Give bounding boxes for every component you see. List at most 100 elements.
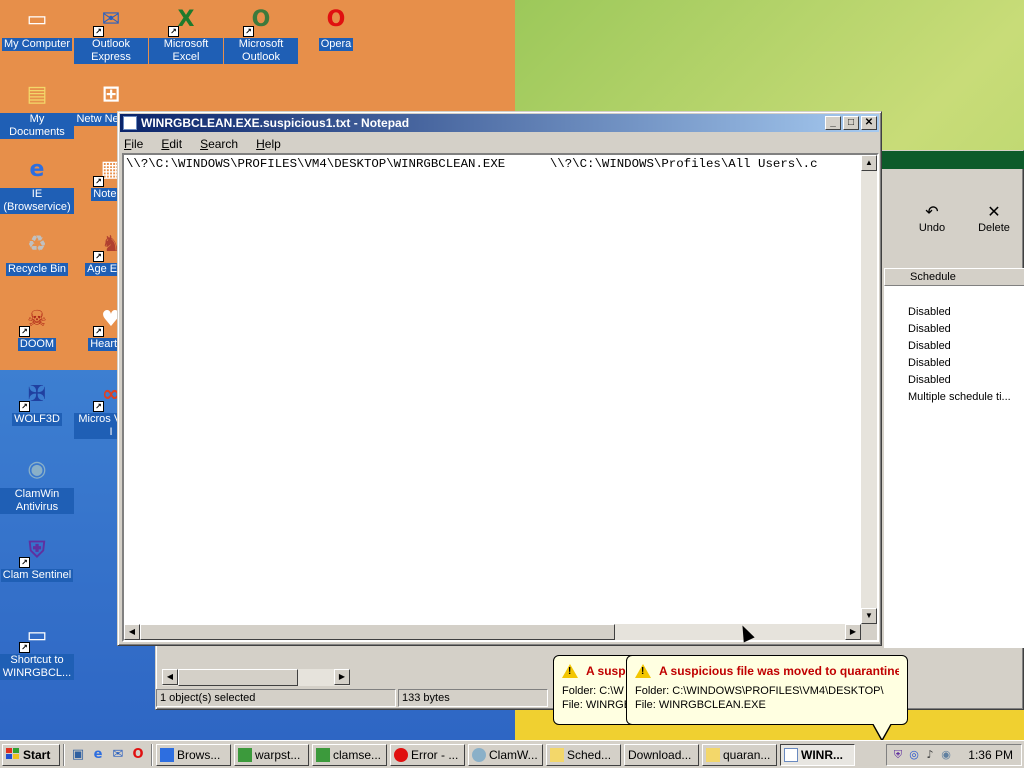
- taskbar-button-notepad[interactable]: WINR...: [780, 743, 855, 766]
- scroll-down-button[interactable]: ▼: [861, 608, 877, 624]
- system-tray: ⛨ ◎ ♪ ◉ 1:36 PM: [886, 744, 1022, 766]
- shortcut-arrow-icon: ↗: [19, 401, 30, 412]
- list-item[interactable]: Disabled: [908, 340, 951, 352]
- taskbar-button-quarantine[interactable]: quaran...: [702, 743, 777, 766]
- desktop-icon-internet-explorer[interactable]: e IE (Browservice): [0, 153, 74, 214]
- scroll-thumb[interactable]: [178, 669, 298, 686]
- taskbar-button-browservice[interactable]: Brows...: [156, 743, 231, 766]
- menu-file[interactable]: File: [122, 137, 145, 151]
- delete-button[interactable]: ✕ Delete: [964, 202, 1024, 240]
- shortcut-arrow-icon: ↗: [93, 26, 104, 37]
- desktop-icon-doom[interactable]: ☠ ↗ DOOM: [0, 303, 74, 351]
- quarantine-balloon[interactable]: A suspicious file was moved to quarantin…: [626, 655, 908, 725]
- start-button[interactable]: Start: [2, 743, 60, 766]
- column-header-label: Schedule: [910, 271, 956, 283]
- scroll-right-button[interactable]: ▶: [334, 669, 350, 685]
- desktop-icon-outlook-express[interactable]: ✉ ↗ Outlook Express: [74, 3, 148, 64]
- outlook-express-icon: ✉ ↗: [93, 3, 127, 37]
- menu-bar: File Edit Search Help: [118, 134, 881, 153]
- delete-icon: ✕: [987, 202, 1001, 221]
- desktop-icon-label: My Documents: [0, 113, 74, 139]
- windows-logo-icon: [6, 748, 20, 761]
- taskbar: Start ▣ e ✉ O Brows... warpst... clamse.…: [0, 740, 1024, 768]
- winrgbclean-shortcut-icon: ▭ ↗: [19, 619, 53, 653]
- undo-label: Undo: [918, 222, 946, 234]
- ie-quicklaunch-icon[interactable]: e: [88, 745, 108, 765]
- folder-icon: [550, 747, 564, 762]
- balloon-folder: Folder: C:\WINDOWS\PROFILES\VM4\DESKTOP\: [635, 685, 884, 697]
- desktop-icon-label: ClamWin Antivirus: [0, 488, 74, 514]
- notepad-task-icon: [784, 747, 798, 762]
- taskbar-button-clamse[interactable]: clamse...: [312, 743, 387, 766]
- menu-search[interactable]: Search: [198, 137, 240, 151]
- list-item[interactable]: Disabled: [908, 357, 951, 369]
- desktop-icon-opera[interactable]: O Opera: [299, 3, 373, 51]
- clamwin-icon: ◉: [27, 456, 47, 482]
- show-desktop-icon[interactable]: ▣: [68, 745, 88, 765]
- outlook-quicklaunch-icon[interactable]: ✉: [108, 745, 128, 765]
- clock[interactable]: 1:36 PM: [968, 748, 1013, 762]
- desktop-icon-my-documents[interactable]: ▤ My Documents: [0, 78, 74, 139]
- editor-content[interactable]: \\?\C:\WINDOWS\PROFILES\VM4\DESKTOP\WINR…: [126, 157, 864, 171]
- notepad-window[interactable]: WINRGBCLEAN.EXE.suspicious1.txt - Notepa…: [117, 111, 882, 646]
- vertical-scrollbar[interactable]: ▲ ▼: [861, 155, 877, 624]
- undo-button[interactable]: ↶ Undo: [902, 202, 962, 240]
- list-item[interactable]: Disabled: [908, 323, 951, 335]
- horizontal-scrollbar[interactable]: ◀ ▶: [162, 669, 350, 686]
- scroll-thumb[interactable]: [140, 624, 615, 640]
- size-grip[interactable]: [861, 624, 877, 640]
- desktop-icon-wolf3d[interactable]: ✠ ↗ WOLF3D: [0, 378, 74, 426]
- text-editor[interactable]: \\?\C:\WINDOWS\PROFILES\VM4\DESKTOP\WINR…: [122, 153, 879, 642]
- list-item[interactable]: Disabled: [908, 374, 951, 386]
- shortcut-arrow-icon: ↗: [93, 326, 104, 337]
- desktop-icon-label: Opera: [318, 38, 354, 51]
- taskbar-separator: [151, 743, 153, 766]
- taskbar-button-scheduled-tasks[interactable]: Sched...: [546, 743, 621, 766]
- task-list[interactable]: Schedule Disabled Disabled Disabled Disa…: [884, 268, 1024, 648]
- wolf3d-icon: ✠ ↗: [19, 378, 53, 412]
- notepad-title-icon: [123, 116, 137, 130]
- my-documents-icon: ▤: [26, 81, 48, 107]
- opera-quicklaunch-icon[interactable]: O: [128, 745, 148, 765]
- desktop-icon-winrgbclean-shortcut[interactable]: ▭ ↗ Shortcut to WINRGBCL...: [0, 619, 74, 680]
- scroll-up-button[interactable]: ▲: [861, 155, 877, 171]
- minimize-button[interactable]: _: [825, 116, 841, 130]
- menu-help[interactable]: Help: [254, 137, 283, 151]
- opera-icon: O: [326, 6, 346, 32]
- scroll-right-button[interactable]: ▶: [845, 624, 861, 640]
- shortcut-arrow-icon: ↗: [243, 26, 254, 37]
- clamwin-tray-icon[interactable]: ◉: [939, 748, 953, 762]
- network-tray-icon[interactable]: ◎: [907, 748, 921, 762]
- desktop-icon-label: IE (Browservice): [0, 188, 74, 214]
- notepad-titlebar[interactable]: WINRGBCLEAN.EXE.suspicious1.txt - Notepa…: [120, 114, 879, 132]
- taskbar-button-clamwin[interactable]: ClamW...: [468, 743, 543, 766]
- desktop-icon-label: Microsoft Excel: [149, 38, 223, 64]
- close-button[interactable]: ✕: [861, 116, 877, 130]
- clam-sentinel-tray-icon[interactable]: ⛨: [891, 748, 905, 762]
- maximize-button[interactable]: □: [843, 116, 859, 130]
- desktop-icon-label: My Computer: [1, 38, 73, 51]
- shortcut-arrow-icon: ↗: [19, 642, 30, 653]
- desktop-icon-excel[interactable]: X ↗ Microsoft Excel: [149, 3, 223, 64]
- clamwin-task-icon: [472, 747, 486, 762]
- desktop-icon-clam-sentinel[interactable]: ⛨ ↗ Clam Sentinel: [0, 534, 74, 582]
- undo-icon: ↶: [925, 202, 939, 221]
- taskbar-button-error[interactable]: Error - ...: [390, 743, 465, 766]
- shortcut-arrow-icon: ↗: [93, 176, 104, 187]
- scroll-left-button[interactable]: ◀: [162, 669, 178, 685]
- desktop-icon-label: Shortcut to WINRGBCL...: [0, 654, 74, 680]
- scroll-left-button[interactable]: ◀: [124, 624, 140, 640]
- column-header-schedule[interactable]: Schedule: [884, 268, 1024, 286]
- menu-edit[interactable]: Edit: [159, 137, 184, 151]
- desktop-icon-my-computer[interactable]: ▭ My Computer: [0, 3, 74, 51]
- desktop-icon-recycle-bin[interactable]: ♻ Recycle Bin: [0, 228, 74, 276]
- volume-tray-icon[interactable]: ♪: [923, 748, 937, 762]
- desktop-icon-label: Recycle Bin: [5, 263, 69, 276]
- taskbar-button-download[interactable]: Download...: [624, 743, 699, 766]
- taskbar-button-warpst[interactable]: warpst...: [234, 743, 309, 766]
- list-item[interactable]: Disabled: [908, 306, 951, 318]
- desktop-icon-clamwin[interactable]: ◉ ClamWin Antivirus: [0, 453, 74, 514]
- desktop-icon-outlook[interactable]: O ↗ Microsoft Outlook: [224, 3, 298, 64]
- taskbar-separator: [63, 743, 65, 766]
- list-item[interactable]: Multiple schedule ti...: [908, 391, 1011, 403]
